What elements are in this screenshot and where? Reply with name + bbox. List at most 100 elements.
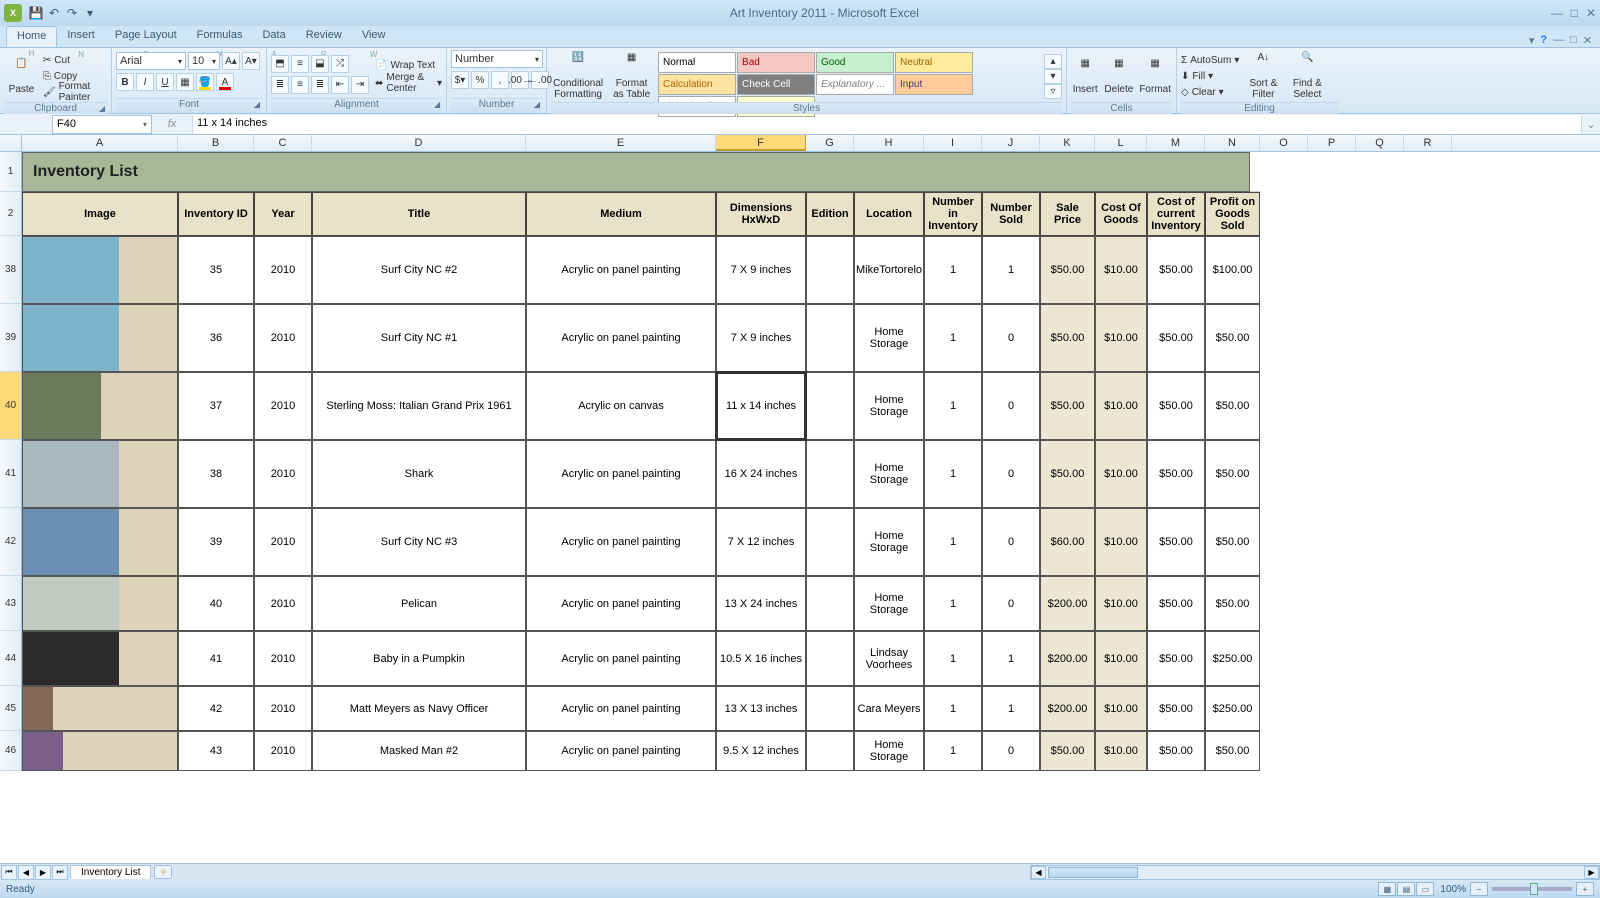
- tab-last-button[interactable]: ⏭: [52, 865, 68, 880]
- data-cell[interactable]: $200.00: [1040, 576, 1095, 631]
- align-right-button[interactable]: ≣: [311, 76, 329, 94]
- data-cell[interactable]: 2010: [254, 372, 312, 440]
- data-cell[interactable]: 1: [982, 236, 1040, 304]
- data-cell[interactable]: [806, 440, 854, 508]
- data-cell[interactable]: Home Storage: [854, 731, 924, 771]
- data-cell[interactable]: $50.00: [1205, 508, 1260, 576]
- data-cell[interactable]: 1: [924, 304, 982, 372]
- row-header-45[interactable]: 45: [0, 686, 21, 731]
- data-cell[interactable]: [806, 686, 854, 731]
- data-cell[interactable]: [806, 508, 854, 576]
- accounting-button[interactable]: $▾: [451, 71, 469, 89]
- page-layout-view-button[interactable]: ▤: [1397, 882, 1415, 896]
- table-header[interactable]: Number in Inventory: [924, 192, 982, 236]
- tab-insert[interactable]: InsertN: [57, 26, 105, 47]
- data-cell[interactable]: $50.00: [1147, 440, 1205, 508]
- new-sheet-button[interactable]: ✧: [154, 865, 172, 879]
- data-cell[interactable]: Lindsay Voorhees: [854, 631, 924, 686]
- percent-button[interactable]: %: [471, 71, 489, 89]
- data-cell[interactable]: Surf City NC #2: [312, 236, 526, 304]
- col-header-O[interactable]: O: [1260, 135, 1308, 151]
- row-header-43[interactable]: 43: [0, 576, 21, 631]
- data-cell[interactable]: $200.00: [1040, 686, 1095, 731]
- data-cell[interactable]: Matt Meyers as Navy Officer: [312, 686, 526, 731]
- data-cell[interactable]: 35: [178, 236, 254, 304]
- data-cell[interactable]: $100.00: [1205, 236, 1260, 304]
- data-cell[interactable]: Acrylic on panel painting: [526, 440, 716, 508]
- cell-style-check-cell[interactable]: Check Cell: [737, 74, 815, 95]
- data-cell[interactable]: Cara Meyers: [854, 686, 924, 731]
- clear-button[interactable]: ◇ Clear ▾: [1181, 85, 1239, 100]
- data-cell[interactable]: 16 X 24 inches: [716, 440, 806, 508]
- row-header-2[interactable]: 2: [0, 192, 21, 236]
- cell-style-bad[interactable]: Bad: [737, 52, 815, 73]
- col-header-E[interactable]: E: [526, 135, 716, 151]
- image-cell[interactable]: [22, 372, 178, 440]
- border-button[interactable]: ▦: [176, 73, 194, 91]
- data-cell[interactable]: 1: [924, 236, 982, 304]
- number-format-combo[interactable]: Number▾: [451, 50, 543, 68]
- image-cell[interactable]: [22, 731, 178, 771]
- data-cell[interactable]: $10.00: [1095, 304, 1147, 372]
- data-cell[interactable]: Shark: [312, 440, 526, 508]
- data-cell[interactable]: $10.00: [1095, 576, 1147, 631]
- data-cell[interactable]: 2010: [254, 731, 312, 771]
- data-cell[interactable]: $50.00: [1147, 731, 1205, 771]
- save-icon[interactable]: 💾: [28, 5, 44, 21]
- table-header[interactable]: Location: [854, 192, 924, 236]
- data-cell[interactable]: 7 X 9 inches: [716, 304, 806, 372]
- col-header-L[interactable]: L: [1095, 135, 1147, 151]
- data-cell[interactable]: 2010: [254, 236, 312, 304]
- qat-customize-icon[interactable]: ▾: [82, 5, 98, 21]
- row-header-39[interactable]: 39: [0, 304, 21, 372]
- data-cell[interactable]: $10.00: [1095, 372, 1147, 440]
- data-cell[interactable]: $50.00: [1205, 440, 1260, 508]
- col-header-R[interactable]: R: [1404, 135, 1452, 151]
- table-header[interactable]: Title: [312, 192, 526, 236]
- data-cell[interactable]: 2010: [254, 576, 312, 631]
- tab-prev-button[interactable]: ◀: [18, 865, 34, 880]
- tab-formulas[interactable]: FormulasM: [187, 26, 253, 47]
- data-cell[interactable]: [806, 372, 854, 440]
- formula-expand-icon[interactable]: ⌄: [1582, 118, 1600, 131]
- font-color-button[interactable]: A: [216, 73, 234, 91]
- data-cell[interactable]: $200.00: [1040, 631, 1095, 686]
- table-header[interactable]: Profit on Goods Sold: [1205, 192, 1260, 236]
- styles-scroll-down[interactable]: ▾: [1044, 69, 1062, 84]
- col-header-M[interactable]: M: [1147, 135, 1205, 151]
- minimize-button[interactable]: —: [1551, 6, 1563, 20]
- col-header-G[interactable]: G: [806, 135, 854, 151]
- zoom-level[interactable]: 100%: [1440, 884, 1466, 895]
- name-box[interactable]: F40▾: [52, 115, 152, 134]
- data-cell[interactable]: 0: [982, 304, 1040, 372]
- row-header-1[interactable]: 1: [0, 152, 21, 192]
- inner-minimize-button[interactable]: —: [1553, 34, 1564, 47]
- autosum-button[interactable]: Σ AutoSum ▾: [1181, 53, 1239, 68]
- increase-indent-button[interactable]: ⇥: [351, 76, 369, 94]
- styles-more[interactable]: ▿: [1044, 84, 1062, 99]
- table-header[interactable]: Sale Price: [1040, 192, 1095, 236]
- insert-cells-button[interactable]: ▦Insert: [1071, 50, 1099, 102]
- data-cell[interactable]: $50.00: [1205, 304, 1260, 372]
- data-cell[interactable]: $50.00: [1040, 731, 1095, 771]
- data-cell[interactable]: 2010: [254, 508, 312, 576]
- cell-style-normal[interactable]: Normal: [658, 52, 736, 73]
- data-cell[interactable]: 1: [924, 686, 982, 731]
- delete-cells-button[interactable]: ▦Delete: [1103, 50, 1134, 102]
- data-cell[interactable]: $50.00: [1147, 576, 1205, 631]
- data-cell[interactable]: Sterling Moss: Italian Grand Prix 1961: [312, 372, 526, 440]
- data-cell[interactable]: 11 x 14 inches: [716, 372, 806, 440]
- underline-button[interactable]: U: [156, 73, 174, 91]
- data-cell[interactable]: Pelican: [312, 576, 526, 631]
- data-cell[interactable]: Acrylic on panel painting: [526, 631, 716, 686]
- col-header-F[interactable]: F: [716, 135, 806, 151]
- help-icon[interactable]: ?: [1540, 34, 1547, 47]
- close-button[interactable]: ✕: [1586, 6, 1596, 20]
- data-cell[interactable]: 0: [982, 372, 1040, 440]
- table-header[interactable]: Dimensions HxWxD: [716, 192, 806, 236]
- sheet-title-cell[interactable]: Inventory List: [22, 152, 1250, 192]
- cell-style-calculation[interactable]: Calculation: [658, 74, 736, 95]
- table-header[interactable]: Number Sold: [982, 192, 1040, 236]
- normal-view-button[interactable]: ▦: [1378, 882, 1396, 896]
- data-cell[interactable]: Acrylic on panel painting: [526, 236, 716, 304]
